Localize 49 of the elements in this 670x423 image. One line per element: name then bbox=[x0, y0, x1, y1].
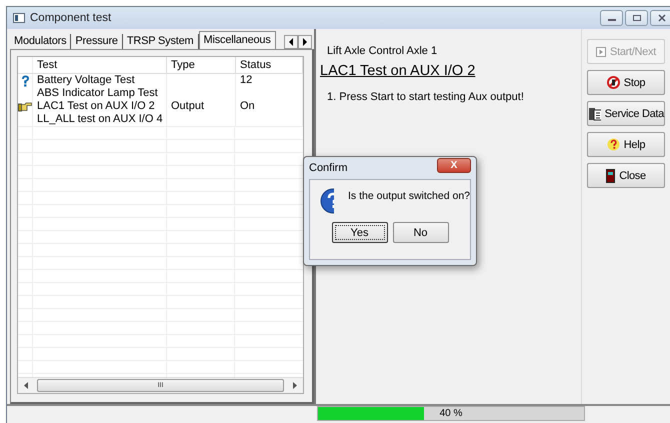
window-title: Component test bbox=[30, 12, 112, 24]
left-arrow-icon bbox=[288, 38, 294, 46]
action-button[interactable]: Stop bbox=[587, 70, 665, 95]
column-header[interactable]: Type bbox=[167, 57, 236, 73]
table-cell: Battery Voltage Test bbox=[37, 74, 135, 86]
list-row[interactable]: LL_ALL test on AUX I/O 4 bbox=[18, 113, 303, 126]
dialog-button[interactable]: No bbox=[392, 222, 448, 243]
dialog-message: Is the output switched on? bbox=[348, 190, 470, 202]
action-button[interactable]: Help bbox=[587, 132, 665, 157]
list-row[interactable]: Battery Voltage Test 12 bbox=[18, 74, 303, 87]
maximize-icon bbox=[632, 14, 642, 22]
group-label: Lift Axle Control Axle 1 bbox=[326, 45, 438, 57]
instruction-text: 1. Press Start to start testing Aux output! bbox=[326, 91, 525, 103]
window-icon bbox=[13, 13, 25, 23]
scroll-right-button[interactable] bbox=[298, 35, 312, 49]
right-arrow-icon bbox=[302, 38, 308, 46]
scroll-left-button[interactable] bbox=[284, 35, 298, 49]
minimize-button[interactable] bbox=[600, 10, 623, 26]
close-button[interactable] bbox=[650, 10, 670, 26]
column-header[interactable]: Status bbox=[236, 57, 303, 73]
book-icon bbox=[588, 106, 601, 120]
progress-text: 40 % bbox=[440, 407, 462, 420]
action-button[interactable]: Service Data bbox=[587, 101, 665, 126]
question-icon bbox=[20, 74, 30, 86]
test-heading: LAC1 Test on AUX I/O 2 bbox=[320, 63, 476, 79]
tab[interactable]: Miscellaneous bbox=[198, 31, 276, 49]
table-cell: 12 bbox=[240, 74, 252, 86]
pointing-hand-icon bbox=[18, 102, 32, 112]
right-arrow-icon bbox=[292, 382, 297, 389]
play-icon bbox=[596, 46, 606, 56]
list-row[interactable]: LAC1 Test on AUX I/O 2 Output On bbox=[18, 100, 303, 113]
table-cell: LL_ALL test on AUX I/O 4 bbox=[37, 113, 163, 125]
table-cell: LAC1 Test on AUX I/O 2 bbox=[37, 100, 155, 112]
maximize-button[interactable] bbox=[625, 10, 648, 26]
table-cell: On bbox=[240, 100, 255, 112]
left-arrow-icon bbox=[24, 382, 29, 389]
help-icon bbox=[606, 138, 620, 151]
dialog-title: Confirm bbox=[309, 162, 348, 174]
column-header[interactable]: Test bbox=[33, 57, 167, 73]
table-cell: Output bbox=[171, 100, 204, 112]
question-icon bbox=[320, 188, 334, 214]
dialog-button[interactable]: Yes bbox=[332, 222, 388, 243]
action-button[interactable]: Close bbox=[587, 163, 665, 188]
table-cell: ABS Indicator Lamp Test bbox=[37, 87, 158, 99]
dialog-close-button[interactable]: X bbox=[437, 158, 471, 172]
close-icon bbox=[656, 14, 666, 22]
stop-icon bbox=[606, 76, 620, 89]
list-row[interactable]: ABS Indicator Lamp Test bbox=[18, 87, 303, 100]
door-icon bbox=[606, 168, 616, 182]
